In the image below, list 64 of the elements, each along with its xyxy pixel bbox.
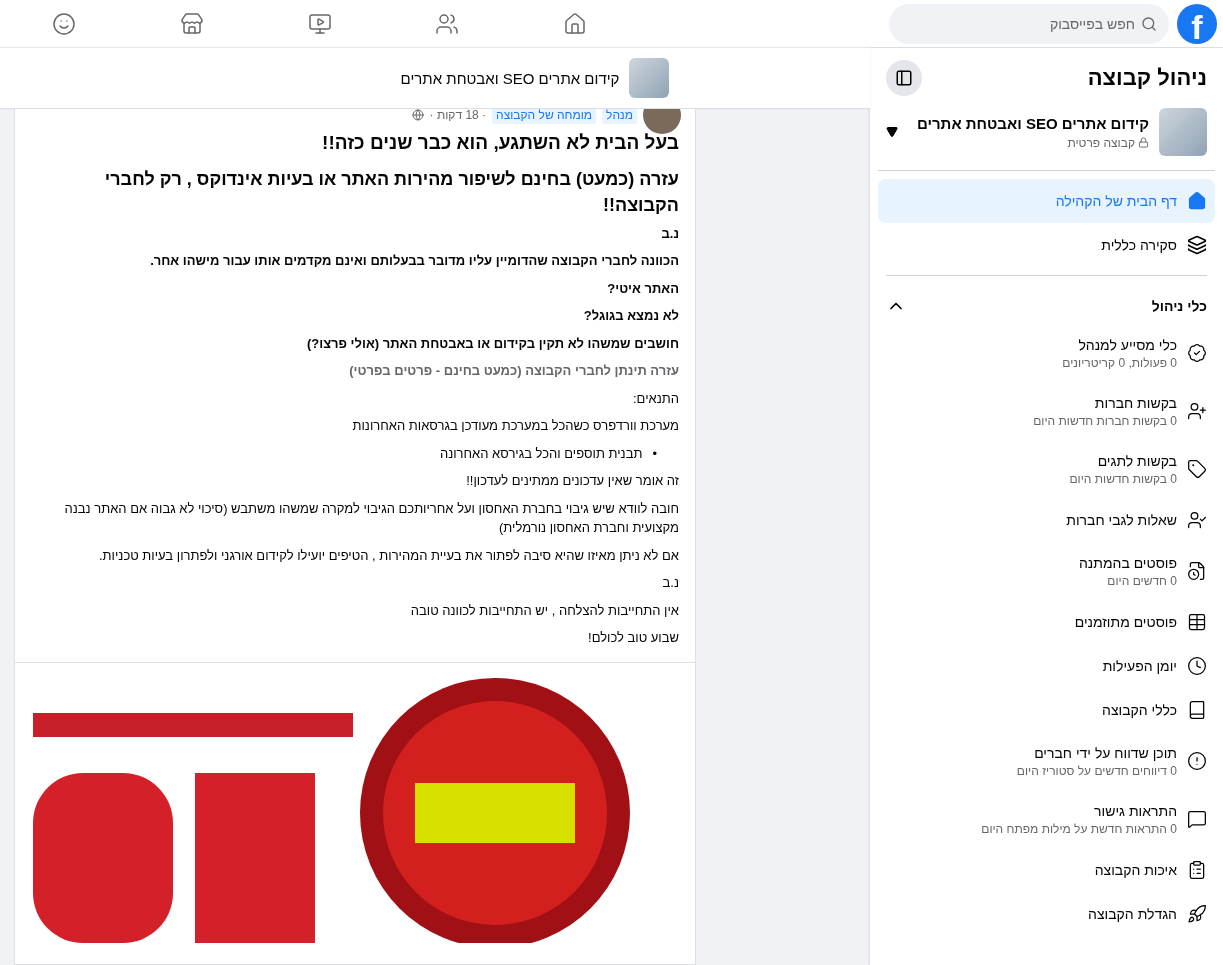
tag-icon [1187, 459, 1207, 479]
role-badge: מנהל [602, 109, 637, 124]
lock-icon [1138, 137, 1149, 148]
badge-icon [1187, 343, 1207, 363]
table-icon [1187, 612, 1207, 632]
clipboard-icon [1187, 860, 1207, 880]
document-clock-icon [1187, 561, 1207, 581]
post-paragraph: עזרה תינתן לחברי הקבוצה (כמעט בחינם - פרטים בפרטי) [348, 362, 679, 381]
post-paragraph: האתר איטי? [606, 279, 679, 298]
panel-title: ניהול קבוצה [1087, 65, 1207, 91]
section-title: כלי ניהול [1151, 298, 1207, 314]
admin-tool-item[interactable]: יומן הפעילות [878, 644, 1215, 688]
dropdown-icon[interactable] [886, 126, 898, 138]
alert-icon [1187, 751, 1207, 771]
add-person-icon [1187, 401, 1207, 421]
admin-tool-item[interactable]: תוכן שדווח על ידי חברים 0 דיווחים חדשים על סטוריז היום [878, 732, 1215, 790]
post-paragraph: זה אומר שאין עדכונים ממתינים לעדכון!! [465, 472, 679, 491]
home-icon [1187, 191, 1207, 211]
admin-tool-item[interactable]: הגדלת הקבוצה [878, 892, 1215, 936]
post-paragraph: נ.ב [660, 224, 679, 243]
post-paragraph: שבוע טוב לכולם! [587, 629, 679, 648]
admin-tool-item[interactable]: פוסטים בהמתנה 0 חדשים היום [878, 542, 1215, 600]
admin-tool-item[interactable]: כלי מסייע למנהל 0 פעולות, 0 קריטריונים [878, 324, 1215, 382]
post-paragraph: חובה לוודא שיש גיבוי בחברת האחסון ועל אחריותכם הגיבוי למקרה שמשהו משתבש (סיכוי לא גבוה אם האתר נבנה מקצועית וחברת האחסון נורמלית) [63, 499, 679, 538]
group-name[interactable]: קידום אתרים SEO ואבטחת אתרים [908, 114, 1149, 132]
layers-icon [1187, 235, 1207, 255]
post-paragraph: אין התחייבות להצלחה , יש התחייבות לכוונה טובה [409, 601, 679, 620]
group-title: קידום אתרים SEO ואבטחת אתרים [400, 69, 620, 87]
admin-tool-item[interactable]: כללי הקבוצה [878, 688, 1215, 732]
admin-tool-item[interactable]: איכות הקבוצה [878, 848, 1215, 892]
post-time[interactable]: · 18 דקות · [429, 109, 487, 122]
role-badge: מומחה של הקבוצה [492, 109, 597, 124]
collapse-panel-button[interactable] [886, 60, 922, 96]
search-field[interactable]: חפש בפייסבוק [889, 3, 1169, 44]
nav-item[interactable]: סקירה כללית [878, 223, 1215, 267]
clock-icon [1187, 656, 1207, 676]
admin-tool-item[interactable]: התראות גישור 0 התראות חדשת על מילות מפתח היום [878, 790, 1215, 848]
facebook-logo[interactable]: f [1177, 3, 1217, 44]
post-paragraph: התנאים: [632, 389, 679, 408]
post-heading: עזרה (כמעט) בחינם לשיפור מהירות האתר או בעיות אינדוקס , רק לחברי הקבוצה!! [103, 167, 679, 217]
admin-tool-item[interactable]: בקשות חברות 0 בקשות חברות חדשות היום [878, 382, 1215, 440]
group-thumbnail [629, 58, 670, 98]
globe-icon [411, 109, 424, 121]
post-paragraph: אם לא ניתן מאיזו שהיא סיבה לפתור את בעיית המהירות , הטיפים יועילו לקידום אורגני ולפתרון בעיות טכניות. [98, 546, 679, 565]
bullet-marker: • [652, 444, 657, 463]
post-paragraph: מערכת וורדפרס כשהכל במערכת מעודכן בגרסאות האחרונות [351, 417, 679, 436]
post-paragraph: חושבים שמשהו לא תקין בקידום או באבטחת האתר (אולי פרצו?) [305, 334, 679, 353]
post-paragraph: לא נמצא בגוגל? [582, 307, 679, 326]
person-check-icon [1187, 510, 1207, 530]
bullet-item: תבנית תוספים והכל בגירסא האחרונה [439, 444, 643, 463]
group-privacy: קבוצה פרטית [1067, 135, 1135, 150]
nav-item[interactable]: דף הבית של הקהילה [878, 179, 1215, 223]
admin-tool-item[interactable]: שאלות לגבי חברות [878, 498, 1215, 542]
group-thumbnail [1159, 108, 1207, 156]
book-icon [1187, 700, 1207, 720]
post-heading: בעל הבית לא השתגע, הוא כבר שנים כזה!! [321, 131, 679, 155]
admin-tool-item[interactable]: פוסטים מתוזמנים [878, 600, 1215, 644]
rocket-icon [1187, 904, 1207, 924]
panel-icon [895, 69, 913, 87]
post-paragraph: נ.ב [661, 574, 679, 593]
speech-bubble-icon [1187, 809, 1207, 829]
admin-tool-item[interactable]: בקשות לתגים 0 בקשות חדשות היום [878, 440, 1215, 498]
search-icon [1141, 15, 1157, 32]
post-paragraph: הכוונה לחברי הקבוצה שהדומיין עליו מדובר בבעלותם ואינם מקדמים אותו עבור מישהו אחר. [149, 252, 679, 271]
